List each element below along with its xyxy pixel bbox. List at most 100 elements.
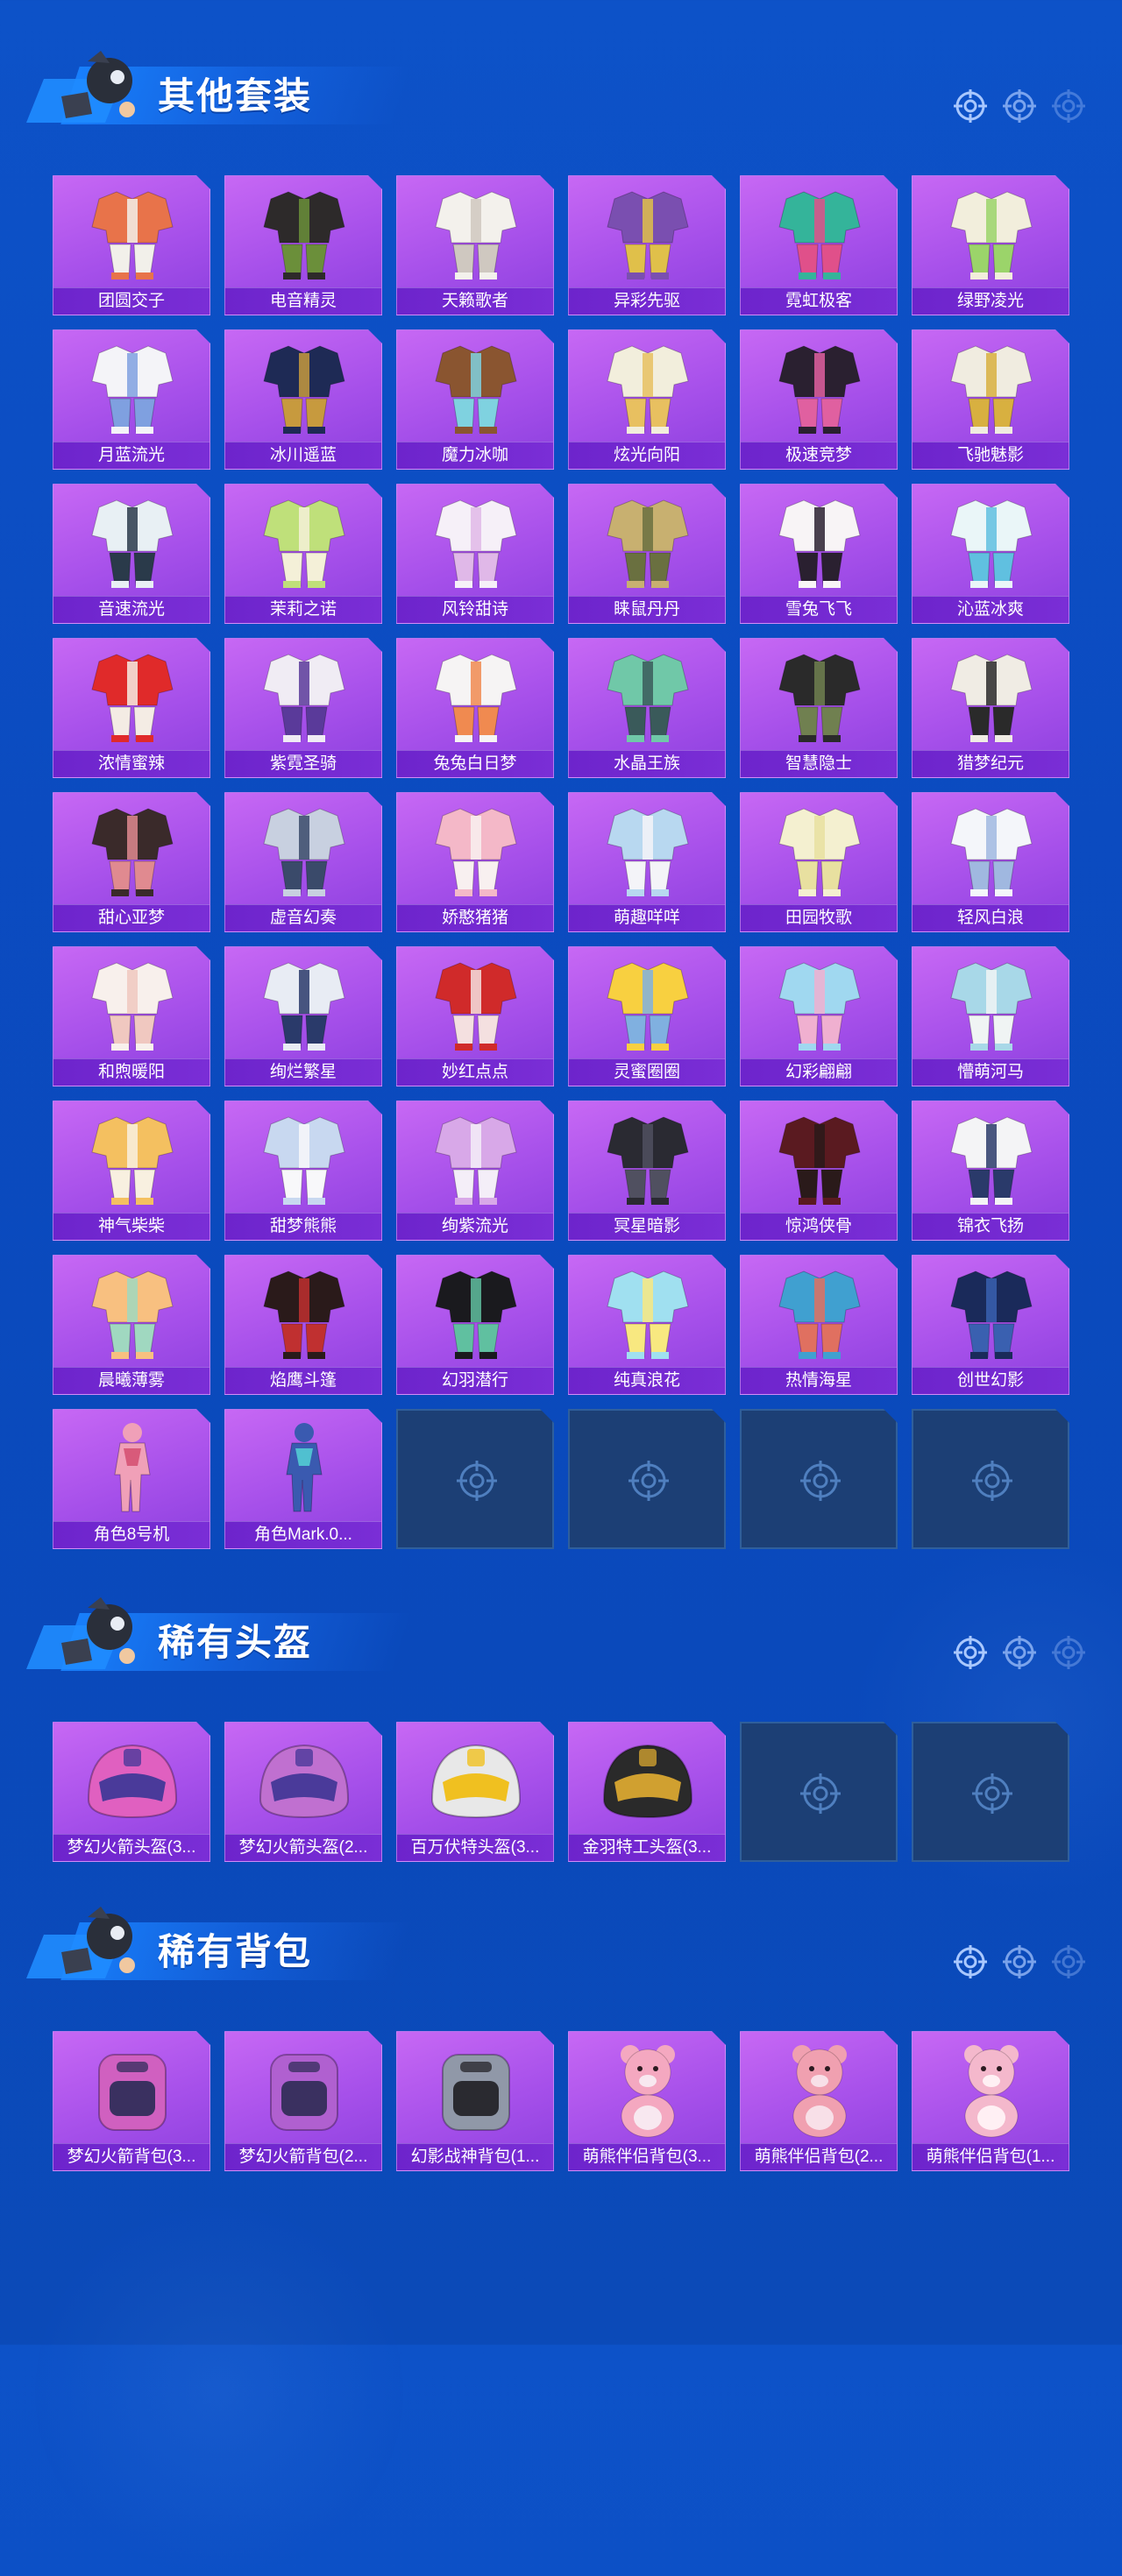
item-card[interactable]: 猎梦纪元 — [912, 638, 1069, 778]
backpack-image — [53, 2035, 211, 2141]
outfit-image — [53, 1259, 211, 1364]
target-icon — [798, 1458, 843, 1504]
item-card[interactable]: 萌熊伴侣背包(1... — [912, 2031, 1069, 2171]
item-card[interactable]: 极速竞梦 — [740, 329, 898, 470]
item-card[interactable]: 炫光向阳 — [568, 329, 726, 470]
item-card[interactable]: 纯真浪花 — [568, 1255, 726, 1395]
item-card[interactable]: 魔力冰咖 — [396, 329, 554, 470]
item-card[interactable]: 梦幻火箭头盔(2... — [224, 1722, 382, 1862]
target-icon — [626, 1458, 671, 1504]
target-icon — [1050, 88, 1087, 124]
outfit-image — [913, 796, 1070, 902]
item-label: 萌熊伴侣背包(1... — [913, 2143, 1069, 2170]
item-card[interactable]: 绚烂繁星 — [224, 946, 382, 1086]
outfit-image — [913, 642, 1070, 747]
item-card[interactable]: 虚音幻奏 — [224, 792, 382, 932]
item-card[interactable]: 风铃甜诗 — [396, 484, 554, 624]
item-card[interactable]: 睐鼠丹丹 — [568, 484, 726, 624]
item-card[interactable]: 焰鹰斗篷 — [224, 1255, 382, 1395]
item-card[interactable]: 神气柴柴 — [53, 1100, 210, 1241]
item-card[interactable]: 沁蓝冰爽 — [912, 484, 1069, 624]
item-card[interactable]: 冰川遥蓝 — [224, 329, 382, 470]
item-label: 甜梦熊熊 — [225, 1213, 381, 1240]
item-card[interactable]: 团圆交子 — [53, 175, 210, 315]
item-card[interactable]: 异彩先驱 — [568, 175, 726, 315]
item-card[interactable]: 水晶王族 — [568, 638, 726, 778]
item-card[interactable]: 金羽特工头盔(3... — [568, 1722, 726, 1862]
item-card[interactable]: 甜梦熊熊 — [224, 1100, 382, 1241]
item-card[interactable]: 萌熊伴侣背包(3... — [568, 2031, 726, 2171]
item-card[interactable]: 茉莉之诺 — [224, 484, 382, 624]
item-card[interactable]: 甜心亚梦 — [53, 792, 210, 932]
item-card[interactable]: 幻影战神背包(1... — [396, 2031, 554, 2171]
item-card[interactable]: 锦衣飞扬 — [912, 1100, 1069, 1241]
outfit-image — [741, 1259, 898, 1364]
item-card[interactable]: 电音精灵 — [224, 175, 382, 315]
item-label: 茉莉之诺 — [225, 596, 381, 623]
target-icon — [454, 1458, 500, 1504]
outfit-image — [397, 488, 555, 593]
outfit-image — [225, 796, 383, 902]
section-title: 稀有背包 — [158, 1931, 313, 1972]
item-card[interactable]: 浓情蜜辣 — [53, 638, 210, 778]
item-card[interactable]: 绿野凌光 — [912, 175, 1069, 315]
item-label: 和煦暖阳 — [53, 1058, 209, 1086]
item-card[interactable]: 萌趣咩咩 — [568, 792, 726, 932]
item-label: 金羽特工头盔(3... — [569, 1834, 725, 1861]
item-label: 紫霓圣骑 — [225, 750, 381, 777]
item-label: 绿野凌光 — [913, 287, 1069, 315]
item-label: 梦幻火箭头盔(2... — [225, 1834, 381, 1861]
header-target-decor — [952, 88, 1087, 124]
target-icon — [798, 1771, 843, 1816]
item-card[interactable]: 和煦暖阳 — [53, 946, 210, 1086]
item-label: 创世幻影 — [913, 1367, 1069, 1394]
item-card[interactable]: 雪兔飞飞 — [740, 484, 898, 624]
item-card[interactable]: 飞驰魅影 — [912, 329, 1069, 470]
item-label: 冥星暗影 — [569, 1213, 725, 1240]
item-label: 风铃甜诗 — [397, 596, 553, 623]
item-card[interactable]: 幻彩翩翩 — [740, 946, 898, 1086]
item-card[interactable]: 萌熊伴侣背包(2... — [740, 2031, 898, 2171]
item-label: 绚紫流光 — [397, 1213, 553, 1240]
item-card[interactable]: 霓虹极客 — [740, 175, 898, 315]
item-label: 电音精灵 — [225, 287, 381, 315]
item-card[interactable]: 天籁歌者 — [396, 175, 554, 315]
item-card[interactable]: 热情海星 — [740, 1255, 898, 1395]
item-card[interactable]: 绚紫流光 — [396, 1100, 554, 1241]
item-card[interactable]: 幻羽潜行 — [396, 1255, 554, 1395]
item-card[interactable]: 惊鸿侠骨 — [740, 1100, 898, 1241]
outfit-image — [741, 1105, 898, 1210]
item-card[interactable]: 灵蜜圈圈 — [568, 946, 726, 1086]
item-card[interactable]: 妙红点点 — [396, 946, 554, 1086]
item-card[interactable]: 梦幻火箭头盔(3... — [53, 1722, 210, 1862]
item-label: 角色Mark.0... — [225, 1521, 381, 1548]
item-card[interactable]: 智慧隐士 — [740, 638, 898, 778]
section-other-outfits: 其他套装 团圆交子 电音精灵 天籁歌者 异彩先驱 霓虹极客 绿野凌光 月蓝流光 冰川遥蓝 魔力冰… — [0, 44, 1122, 1551]
item-card[interactable]: 兔兔白日梦 — [396, 638, 554, 778]
item-card[interactable]: 月蓝流光 — [53, 329, 210, 470]
empty-slot — [740, 1409, 898, 1549]
item-card[interactable]: 梦幻火箭背包(3... — [53, 2031, 210, 2171]
header-target-decor — [952, 1634, 1087, 1671]
target-icon — [1050, 1634, 1087, 1671]
item-card[interactable]: 角色Mark.0... — [224, 1409, 382, 1549]
outfit-image — [53, 1105, 211, 1210]
item-card[interactable]: 角色8号机 — [53, 1409, 210, 1549]
outfit-image — [397, 334, 555, 439]
item-card[interactable]: 紫霓圣骑 — [224, 638, 382, 778]
item-card[interactable]: 梦幻火箭背包(2... — [224, 2031, 382, 2171]
section-rare-backpacks: 稀有背包 梦幻火箭背包(3... 梦幻火箭背包(2... 幻影战神背包(1... 萌熊… — [0, 1900, 1122, 2180]
item-card[interactable]: 百万伏特头盔(3... — [396, 1722, 554, 1862]
item-card[interactable]: 懵萌河马 — [912, 946, 1069, 1086]
item-card[interactable]: 冥星暗影 — [568, 1100, 726, 1241]
item-card[interactable]: 创世幻影 — [912, 1255, 1069, 1395]
item-card[interactable]: 音速流光 — [53, 484, 210, 624]
bear-image — [741, 2035, 898, 2141]
item-card[interactable]: 娇憨猪猪 — [396, 792, 554, 932]
item-label: 甜心亚梦 — [53, 904, 209, 931]
item-card[interactable]: 田园牧歌 — [740, 792, 898, 932]
item-card[interactable]: 轻风白浪 — [912, 792, 1069, 932]
outfit-image — [397, 796, 555, 902]
item-card[interactable]: 晨曦薄雾 — [53, 1255, 210, 1395]
outfit-image — [225, 488, 383, 593]
